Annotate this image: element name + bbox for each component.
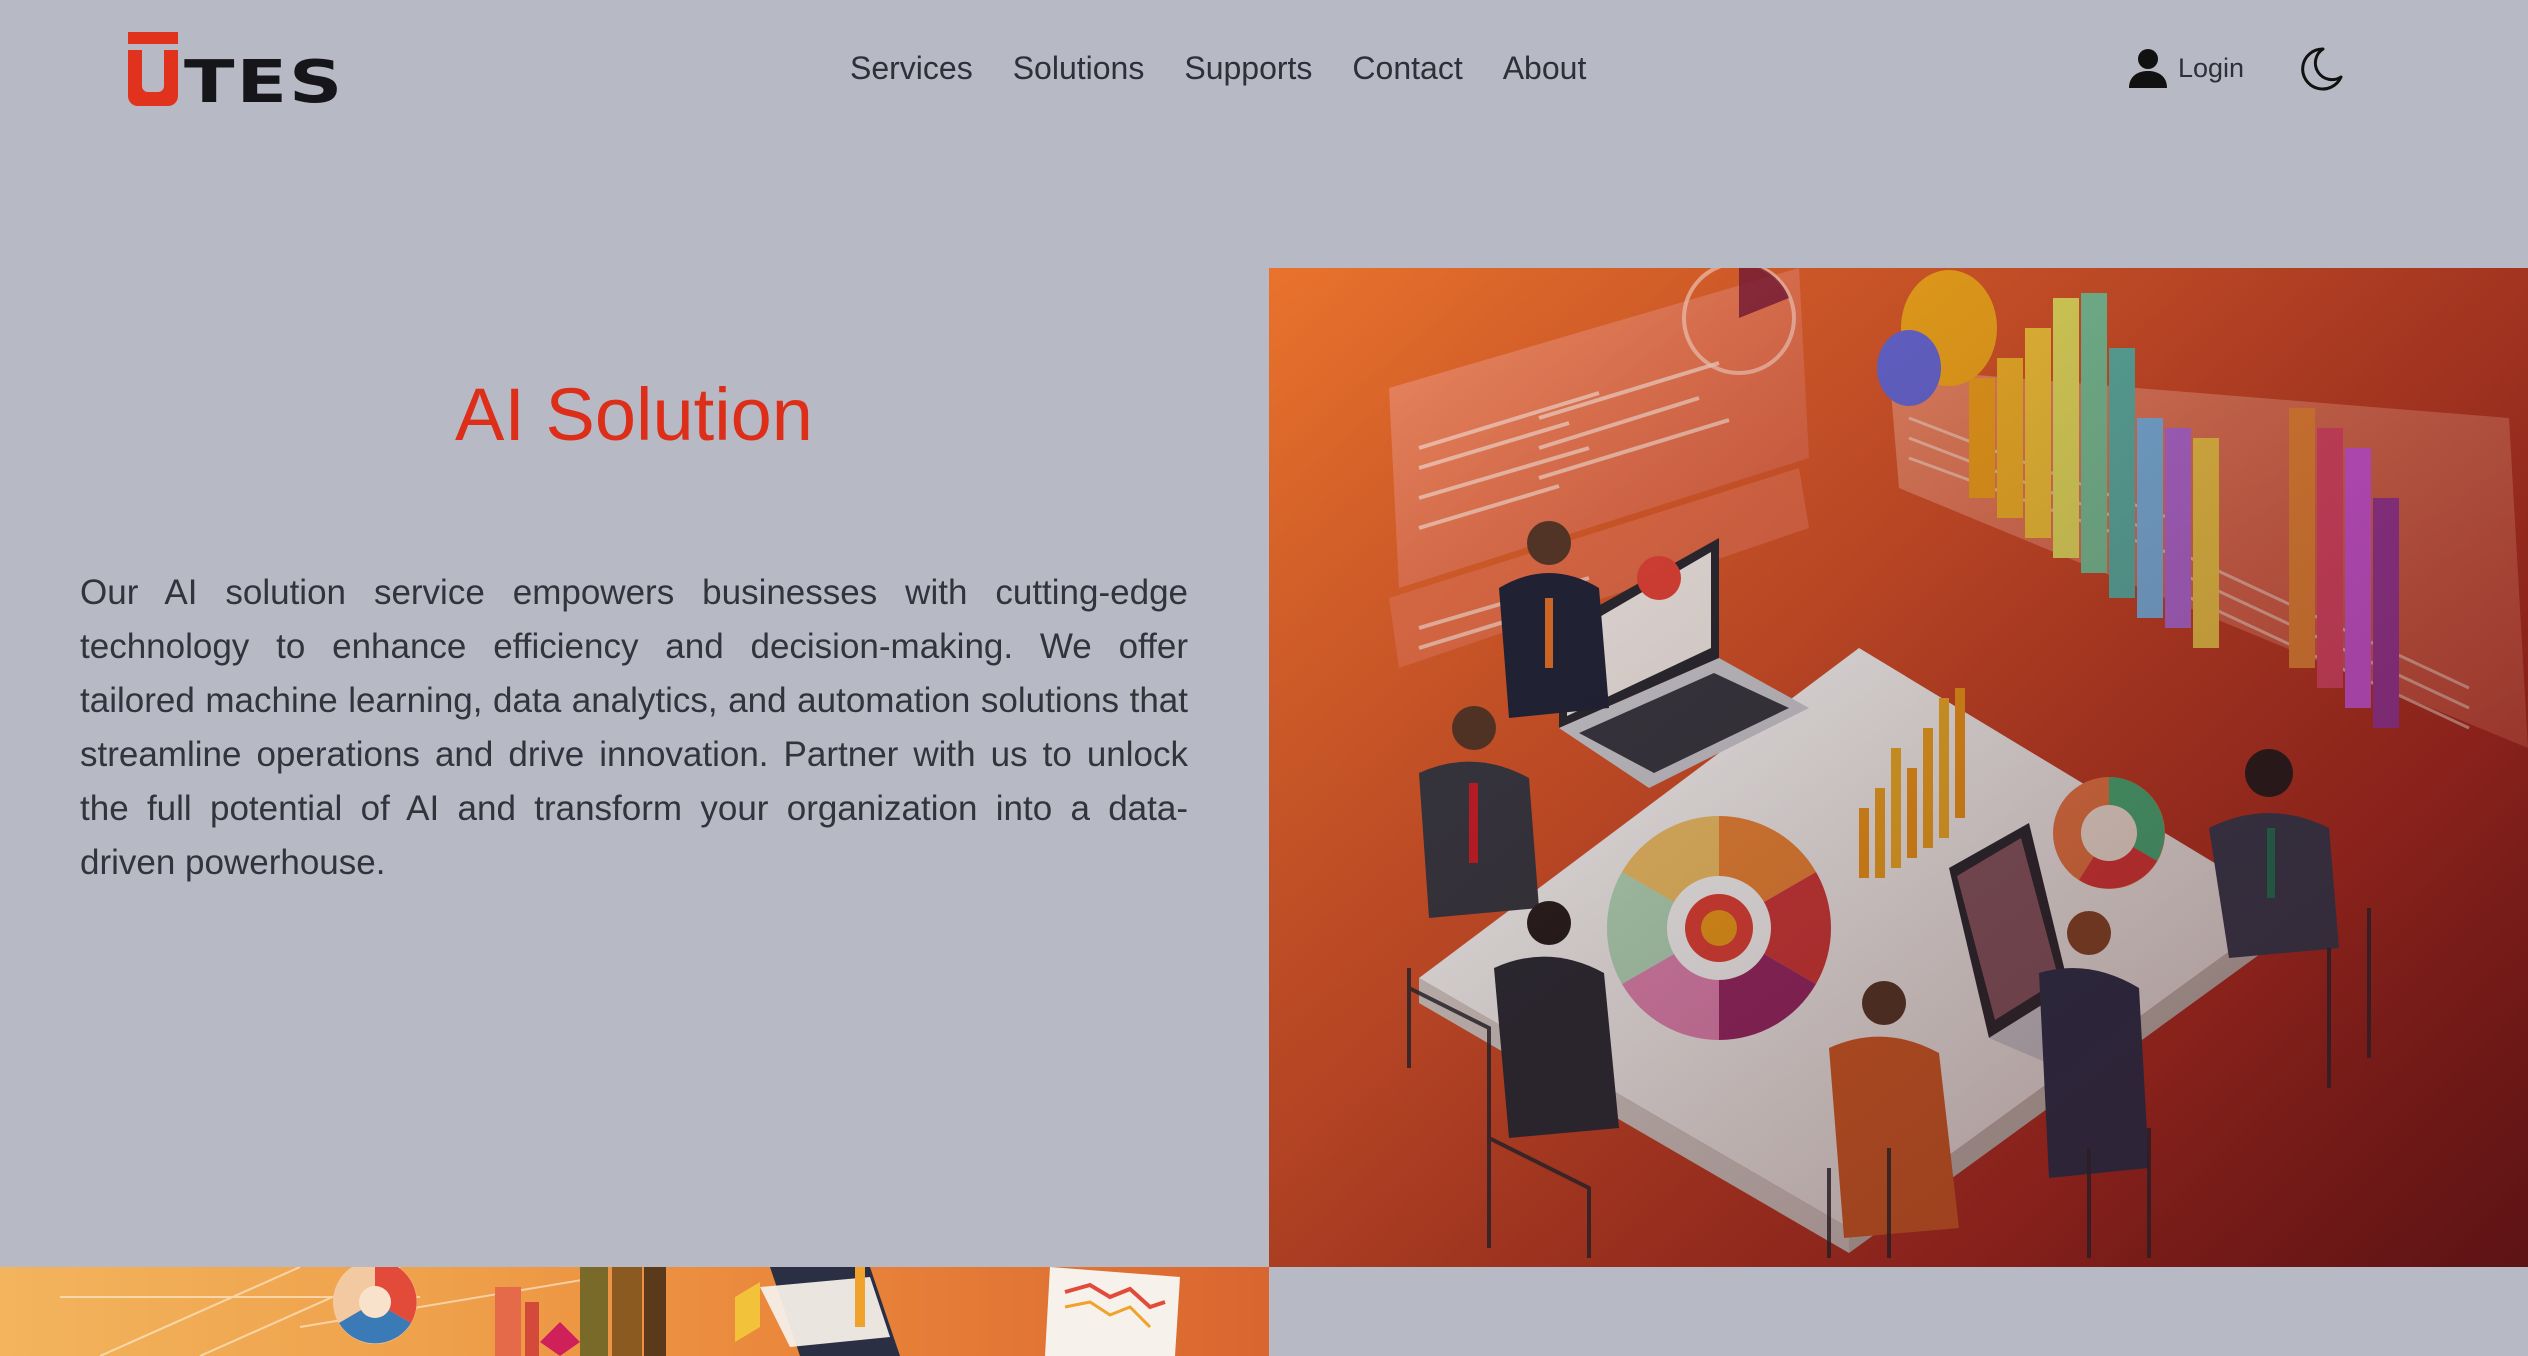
logo-mark	[128, 32, 178, 106]
brand-logo[interactable]: TES	[128, 30, 345, 117]
user-icon	[2129, 49, 2167, 88]
nav-item-supports[interactable]: Supports	[1184, 44, 1312, 92]
moon-icon	[2301, 47, 2343, 91]
hero-illustration	[1269, 268, 2528, 1267]
login-button[interactable]: Login	[2128, 44, 2244, 92]
secondary-illustration	[0, 1267, 1269, 1356]
nav-item-solutions[interactable]: Solutions	[1013, 44, 1145, 92]
nav-item-about[interactable]: About	[1503, 44, 1587, 92]
theme-toggle-button[interactable]	[2296, 44, 2346, 94]
hero-description: Our AI solution service empowers busines…	[80, 573, 1188, 882]
nav-item-services[interactable]: Services	[850, 44, 973, 92]
login-label: Login	[2178, 52, 2245, 83]
main-nav: Services Solutions Supports Contact Abou…	[850, 44, 1586, 92]
hero-title: AI Solution	[455, 373, 813, 456]
logo-text: TES	[184, 47, 345, 117]
site-header: TES Services Solutions Supports Contact …	[0, 0, 2528, 140]
nav-item-contact[interactable]: Contact	[1352, 44, 1462, 92]
